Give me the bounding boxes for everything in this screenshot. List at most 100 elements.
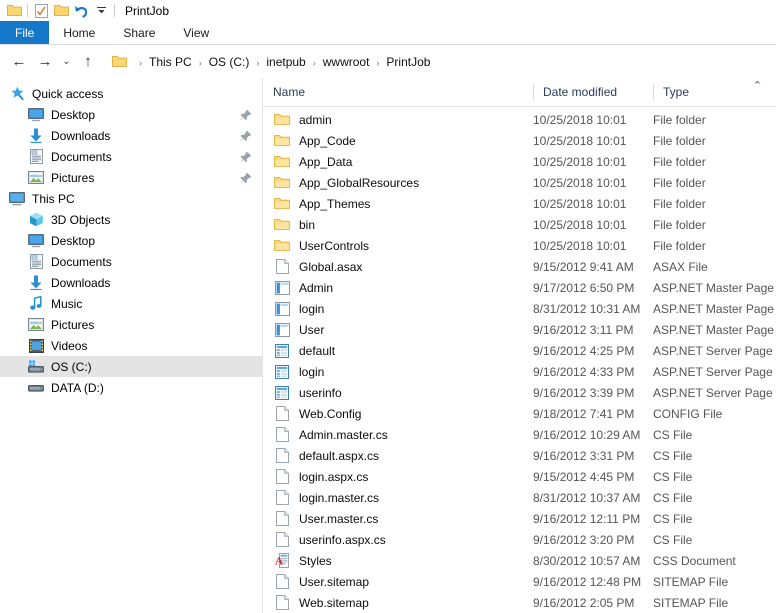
folder-icon bbox=[274, 238, 290, 254]
table-row[interactable]: UserControls 10/25/2018 10:01 File folder bbox=[263, 235, 776, 256]
table-row[interactable]: User.sitemap 9/16/2012 12:48 PM SITEMAP Fi… bbox=[263, 571, 776, 592]
table-row[interactable]: login.master.cs 8/31/2012 10:37 AM CS File bbox=[263, 487, 776, 508]
table-row[interactable]: userinfo 9/16/2012 3:39 PM ASP.NET Server … bbox=[263, 382, 776, 403]
customize-dropdown-icon[interactable] bbox=[91, 1, 111, 21]
file-name: App_Code bbox=[299, 133, 356, 148]
file-type: CS File bbox=[653, 490, 693, 505]
file-name: App_GlobalResources bbox=[299, 175, 420, 190]
table-row[interactable]: admin 10/25/2018 10:01 File folder bbox=[263, 109, 776, 130]
tab-share[interactable]: Share bbox=[109, 21, 169, 44]
file-name: Web.Config bbox=[299, 406, 362, 421]
table-row[interactable]: User.master.cs 9/16/2012 12:11 PM CS File bbox=[263, 508, 776, 529]
column-header-name[interactable]: Name bbox=[263, 78, 533, 107]
sidebar-item-data-d[interactable]: DATA (D:) bbox=[0, 377, 262, 398]
table-row[interactable]: Admin 9/17/2012 6:50 PM ASP.NET Master Pag… bbox=[263, 277, 776, 298]
sidebar-item-documents[interactable]: Documents bbox=[0, 251, 262, 272]
breadcrumb-item-printjob[interactable]: PrintJob bbox=[384, 55, 432, 69]
sidebar-item-3d-objects[interactable]: 3D Objects bbox=[0, 209, 262, 230]
table-row[interactable]: login 8/31/2012 10:31 AM ASP.NET Master Pa… bbox=[263, 298, 776, 319]
table-row[interactable]: App_Code 10/25/2018 10:01 File folder bbox=[263, 130, 776, 151]
file-name: login bbox=[299, 364, 325, 379]
generic-file-icon bbox=[274, 448, 290, 464]
table-row[interactable]: A Styles 8/30/2012 10:57 AM CSS Document bbox=[263, 550, 776, 571]
table-row[interactable]: Global.asax 9/15/2012 9:41 AM ASAX File bbox=[263, 256, 776, 277]
sidebar-item-desktop[interactable]: Desktop bbox=[0, 104, 262, 125]
new-folder-icon[interactable] bbox=[51, 1, 71, 21]
pictures-icon bbox=[28, 170, 44, 186]
tab-view[interactable]: View bbox=[169, 21, 223, 44]
sidebar-item-label: 3D Objects bbox=[51, 212, 111, 227]
breadcrumb-item-wwwroot[interactable]: wwwroot bbox=[321, 55, 372, 69]
sidebar-item-downloads[interactable]: Downloads bbox=[0, 125, 262, 146]
breadcrumb-item-inetpub[interactable]: inetpub bbox=[264, 55, 307, 69]
table-row[interactable]: bin 10/25/2018 10:01 File folder bbox=[263, 214, 776, 235]
file-name: login.master.cs bbox=[299, 490, 380, 505]
navigation-pane[interactable]: Quick access Desktop Downloads Documents Pic… bbox=[0, 78, 263, 613]
file-type: ASP.NET Master Page bbox=[653, 301, 774, 316]
column-headers: Name Date modified Type ⌃ bbox=[263, 78, 776, 107]
table-row[interactable]: Web.Config 9/18/2012 7:41 PM CONFIG File bbox=[263, 403, 776, 424]
tab-file[interactable]: File bbox=[0, 21, 50, 44]
qat-separator-1 bbox=[27, 4, 28, 17]
breadcrumb-item-this-pc[interactable]: This PC bbox=[147, 55, 194, 69]
sidebar-item-desktop[interactable]: Desktop bbox=[0, 230, 262, 251]
file-date-modified: 9/16/2012 3:31 PM bbox=[533, 448, 635, 463]
sort-caret-icon[interactable]: ⌃ bbox=[753, 81, 762, 92]
file-date-modified: 9/16/2012 10:29 AM bbox=[533, 427, 641, 442]
file-date-modified: 9/17/2012 6:50 PM bbox=[533, 280, 635, 295]
folder-icon bbox=[274, 112, 290, 128]
up-button[interactable]: ↑ bbox=[75, 49, 101, 75]
recent-locations-button[interactable]: ⌄ bbox=[58, 49, 75, 75]
table-row[interactable]: User 9/16/2012 3:11 PM ASP.NET Master Page bbox=[263, 319, 776, 340]
sidebar-item-music[interactable]: Music bbox=[0, 293, 262, 314]
table-row[interactable]: login 9/16/2012 4:33 PM ASP.NET Server Pag… bbox=[263, 361, 776, 382]
table-row[interactable]: Web.sitemap 9/16/2012 2:05 PM SITEMAP File bbox=[263, 592, 776, 613]
table-row[interactable]: Admin.master.cs 9/16/2012 10:29 AM CS File bbox=[263, 424, 776, 445]
pin-icon[interactable] bbox=[240, 130, 252, 142]
pin-icon[interactable] bbox=[240, 151, 252, 163]
file-type: File folder bbox=[653, 217, 706, 232]
table-row[interactable]: App_Data 10/25/2018 10:01 File folder bbox=[263, 151, 776, 172]
breadcrumb-separator: › bbox=[139, 57, 142, 68]
address-bar: ← → ⌄ ↑ › This PC › OS (C:) › inetpub › … bbox=[0, 45, 776, 78]
table-row[interactable]: App_Themes 10/25/2018 10:01 File folder bbox=[263, 193, 776, 214]
properties-icon[interactable] bbox=[31, 1, 51, 21]
table-row[interactable]: default 9/16/2012 4:25 PM ASP.NET Server P… bbox=[263, 340, 776, 361]
breadcrumb-item-os-c[interactable]: OS (C:) bbox=[207, 55, 252, 69]
sidebar-item-quick-access[interactable]: Quick access bbox=[0, 83, 262, 104]
file-name: App_Data bbox=[299, 154, 353, 169]
sidebar-item-documents[interactable]: Documents bbox=[0, 146, 262, 167]
sidebar-item-label: Pictures bbox=[51, 170, 95, 185]
folder-icon[interactable] bbox=[4, 1, 24, 21]
file-date-modified: 9/16/2012 12:48 PM bbox=[533, 574, 642, 589]
sidebar-item-pictures[interactable]: Pictures bbox=[0, 167, 262, 188]
sidebar-item-videos[interactable]: Videos bbox=[0, 335, 262, 356]
file-type: CS File bbox=[653, 469, 693, 484]
tab-home[interactable]: Home bbox=[49, 21, 109, 44]
file-list-pane[interactable]: Name Date modified Type ⌃ admin 10/25/201… bbox=[263, 78, 776, 613]
column-header-date-modified[interactable]: Date modified bbox=[533, 78, 653, 107]
sidebar-item-downloads[interactable]: Downloads bbox=[0, 272, 262, 293]
ribbon-tabs: File Home Share View bbox=[0, 21, 776, 45]
file-type: File folder bbox=[653, 112, 706, 127]
table-row[interactable]: userinfo.aspx.cs 9/16/2012 3:20 PM CS File bbox=[263, 529, 776, 550]
breadcrumb[interactable]: › This PC › OS (C:) › inetpub › wwwroot … bbox=[106, 50, 768, 73]
sidebar-item-os-c[interactable]: OS (C:) bbox=[0, 356, 262, 377]
forward-button[interactable]: → bbox=[32, 49, 58, 75]
file-name: userinfo bbox=[299, 385, 342, 400]
folder-icon bbox=[274, 133, 290, 149]
sidebar-item-this-pc[interactable]: This PC bbox=[0, 188, 262, 209]
file-date-modified: 9/16/2012 3:11 PM bbox=[533, 322, 634, 337]
undo-icon[interactable] bbox=[71, 1, 91, 21]
css-document-icon: A bbox=[274, 553, 290, 569]
table-row[interactable]: App_GlobalResources 10/25/2018 10:01 File … bbox=[263, 172, 776, 193]
file-date-modified: 10/25/2018 10:01 bbox=[533, 112, 627, 127]
file-date-modified: 9/16/2012 4:25 PM bbox=[533, 343, 635, 358]
pin-icon[interactable] bbox=[240, 109, 252, 121]
table-row[interactable]: login.aspx.cs 9/15/2012 4:45 PM CS File bbox=[263, 466, 776, 487]
sidebar-item-label: Documents bbox=[51, 149, 112, 164]
sidebar-item-pictures[interactable]: Pictures bbox=[0, 314, 262, 335]
pin-icon[interactable] bbox=[240, 172, 252, 184]
back-button[interactable]: ← bbox=[6, 49, 32, 75]
table-row[interactable]: default.aspx.cs 9/16/2012 3:31 PM CS File bbox=[263, 445, 776, 466]
